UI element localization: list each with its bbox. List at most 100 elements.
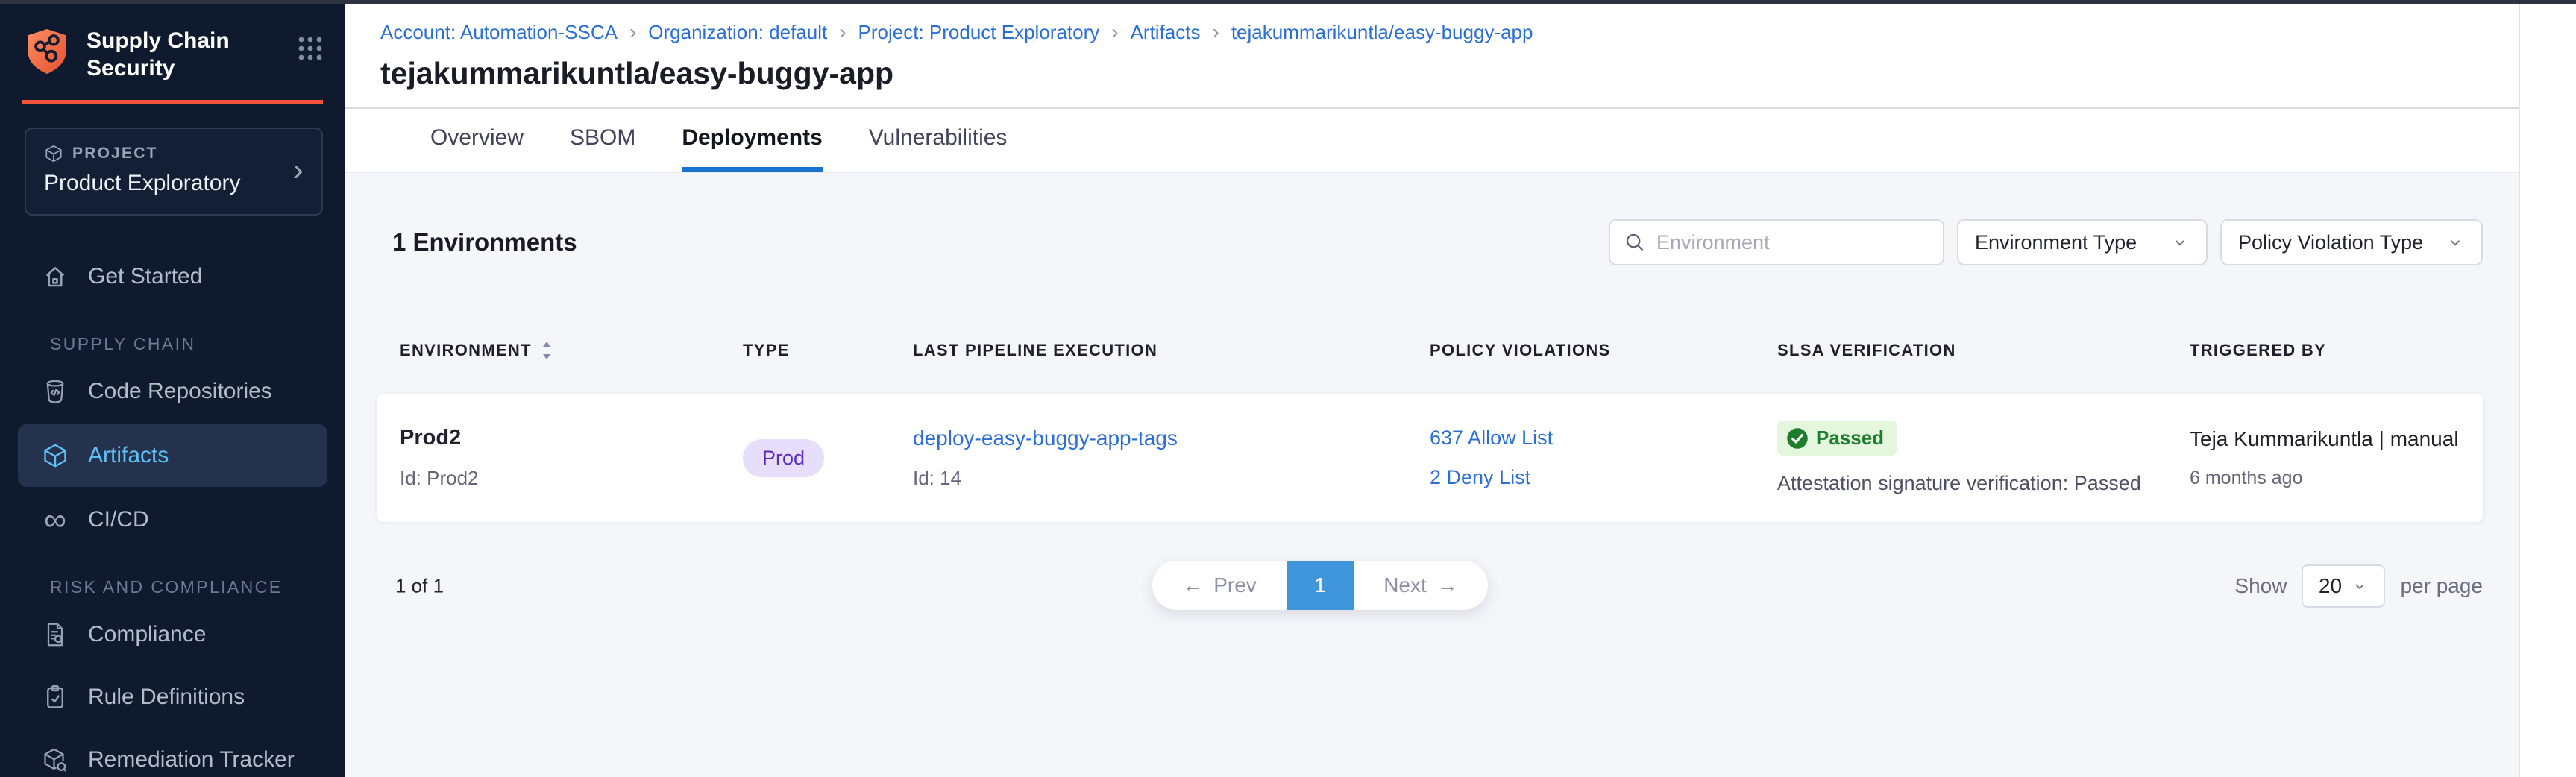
column-header-triggered-by: TRIGGERED BY: [2190, 340, 2483, 361]
sidebar-item-label: Code Repositories: [88, 379, 272, 404]
breadcrumb-separator-icon: ›: [1213, 20, 1219, 44]
app-root: Supply Chain Security PROJECT Product Ex…: [0, 0, 2576, 777]
pager: ← Prev 1 Next →: [1152, 561, 1488, 610]
search-icon: [1624, 231, 1646, 254]
sidebar-item-cicd[interactable]: ∞ CI/CD: [0, 488, 345, 551]
accent-divider: [22, 100, 323, 104]
module-grid-icon[interactable]: [296, 34, 324, 66]
pipeline-cell: deploy-easy-buggy-app-tags Id: 14: [913, 427, 1430, 490]
environment-name: Prod2: [400, 426, 743, 450]
per-page-select[interactable]: 20: [2302, 564, 2385, 608]
sidebar-item-label: CI/CD: [88, 507, 149, 532]
sidebar-item-get-started[interactable]: Get Started: [0, 245, 345, 308]
deployments-content: 1 Environments Environment Type: [345, 173, 2519, 777]
sidebar-item-label: Remediation Tracker: [88, 747, 295, 773]
supply-chain-security-logo-icon: [24, 27, 70, 78]
environment-type-select[interactable]: Environment Type: [1957, 219, 2208, 265]
triggered-by: Teja Kummarikuntla | manual: [2190, 427, 2483, 451]
breadcrumb-separator-icon: ›: [1111, 20, 1118, 44]
infinity-icon: ∞: [42, 506, 69, 533]
environment-search: [1609, 219, 1944, 265]
home-icon: [42, 263, 69, 290]
project-selector[interactable]: PROJECT Product Exploratory ›: [25, 128, 323, 216]
arrow-right-icon: →: [1437, 573, 1458, 597]
sidebar-item-code-repositories[interactable]: Code Repositories: [0, 360, 345, 423]
table-header-row: ENVIRONMENT TYPE LAST PIPELINE EXECUTION…: [377, 340, 2483, 361]
triggered-when: 6 months ago: [2190, 468, 2483, 489]
tab-vulnerabilities[interactable]: Vulnerabilities: [869, 109, 1008, 172]
sidebar-item-label: Artifacts: [88, 443, 169, 468]
sort-icon[interactable]: [539, 340, 554, 361]
page-title: tejakummarikuntla/easy-buggy-app: [380, 56, 2519, 91]
chevron-down-icon: [2351, 577, 2369, 595]
toolbar: 1 Environments Environment Type: [377, 173, 2483, 265]
app-title: Supply Chain Security: [87, 27, 246, 82]
tab-bar: Overview SBOM Deployments Vulnerabilitie…: [345, 109, 2519, 173]
page-summary: 1 of 1: [395, 575, 444, 598]
breadcrumb-artifacts[interactable]: Artifacts: [1131, 21, 1201, 44]
breadcrumb-project[interactable]: Project: Product Exploratory: [858, 21, 1100, 44]
remediation-box-icon: [42, 746, 69, 773]
per-page-suffix: per page: [2400, 574, 2483, 598]
sidebar-item-rule-definitions[interactable]: Rule Definitions: [0, 666, 345, 729]
sidebar-item-label: Get Started: [88, 264, 202, 289]
pagination: 1 of 1 ← Prev 1 Next → Show 20: [377, 561, 2483, 611]
triggered-by-cell: Teja Kummarikuntla | manual 6 months ago: [2190, 427, 2483, 489]
show-label: Show: [2234, 574, 2287, 598]
per-page-group: Show 20 per page: [2234, 564, 2483, 608]
project-label-row: PROJECT: [44, 144, 304, 163]
slsa-status-badge: Passed: [1777, 421, 1897, 456]
sidebar-section-risk-and-compliance: RISK AND COMPLIANCE: [0, 570, 345, 603]
environment-cell: Prod2 Id: Prod2: [400, 426, 743, 490]
right-gutter: [2519, 0, 2576, 777]
chevron-down-icon: [2445, 233, 2465, 252]
breadcrumb: Account: Automation-SSCA › Organization:…: [345, 20, 2519, 44]
policy-violation-type-value: Policy Violation Type: [2238, 231, 2423, 254]
allow-list-link[interactable]: 637 Allow List: [1430, 427, 1777, 450]
sidebar-item-compliance[interactable]: Compliance: [0, 603, 345, 666]
tab-deployments[interactable]: Deployments: [682, 109, 822, 172]
per-page-value: 20: [2319, 574, 2342, 598]
artifacts-cube-icon: [42, 442, 69, 469]
code-repository-icon: [42, 378, 69, 405]
sidebar-item-artifacts[interactable]: Artifacts: [18, 424, 327, 487]
policy-violations-cell: 637 Allow List 2 Deny List: [1430, 427, 1777, 489]
sidebar-item-label: Compliance: [88, 622, 206, 647]
next-page-button[interactable]: Next →: [1354, 561, 1488, 610]
slsa-verification-cell: Passed Attestation signature verificatio…: [1777, 421, 2190, 495]
breadcrumb-current-artifact[interactable]: tejakummarikuntla/easy-buggy-app: [1231, 21, 1533, 44]
window-top-edge: [0, 0, 2576, 4]
tab-overview[interactable]: Overview: [430, 109, 524, 172]
breadcrumb-account[interactable]: Account: Automation-SSCA: [380, 21, 618, 44]
column-header-policy-violations: POLICY VIOLATIONS: [1430, 340, 1777, 361]
deny-list-link[interactable]: 2 Deny List: [1430, 466, 1777, 489]
compliance-document-icon: [42, 621, 69, 648]
sidebar-item-remediation-tracker[interactable]: Remediation Tracker: [0, 729, 345, 777]
column-header-slsa-verification: SLSA VERIFICATION: [1777, 340, 2190, 361]
slsa-status-text: Passed: [1816, 427, 1884, 450]
tab-sbom[interactable]: SBOM: [570, 109, 635, 172]
table-row[interactable]: Prod2 Id: Prod2 Prod deploy-easy-buggy-a…: [377, 394, 2483, 522]
pipeline-id: Id: 14: [913, 467, 1430, 490]
environment-type-badge: Prod: [743, 439, 824, 477]
filters: Environment Type Policy Violation Type: [1609, 219, 2483, 265]
page-number-button[interactable]: 1: [1287, 561, 1354, 610]
sidebar-nav: Get Started SUPPLY CHAIN Code Repositori…: [0, 245, 345, 777]
breadcrumb-organization[interactable]: Organization: default: [648, 21, 827, 44]
main-area: Account: Automation-SSCA › Organization:…: [345, 0, 2519, 777]
project-label: PROJECT: [72, 145, 158, 163]
environments-count-title: 1 Environments: [392, 228, 577, 257]
project-name: Product Exploratory: [44, 171, 304, 196]
arrow-left-icon: ←: [1182, 573, 1203, 597]
environment-type-value: Environment Type: [1975, 231, 2137, 254]
environment-search-input[interactable]: [1656, 231, 1929, 254]
sidebar: Supply Chain Security PROJECT Product Ex…: [0, 0, 345, 777]
policy-violation-type-select[interactable]: Policy Violation Type: [2220, 219, 2483, 265]
check-circle-icon: [1786, 427, 1809, 450]
project-cube-icon: [44, 144, 63, 163]
chevron-right-icon: ›: [292, 151, 304, 189]
pipeline-link[interactable]: deploy-easy-buggy-app-tags: [913, 427, 1430, 450]
column-header-last-pipeline-execution: LAST PIPELINE EXECUTION: [913, 340, 1430, 361]
prev-page-button[interactable]: ← Prev: [1152, 561, 1287, 610]
type-cell: Prod: [743, 439, 913, 477]
